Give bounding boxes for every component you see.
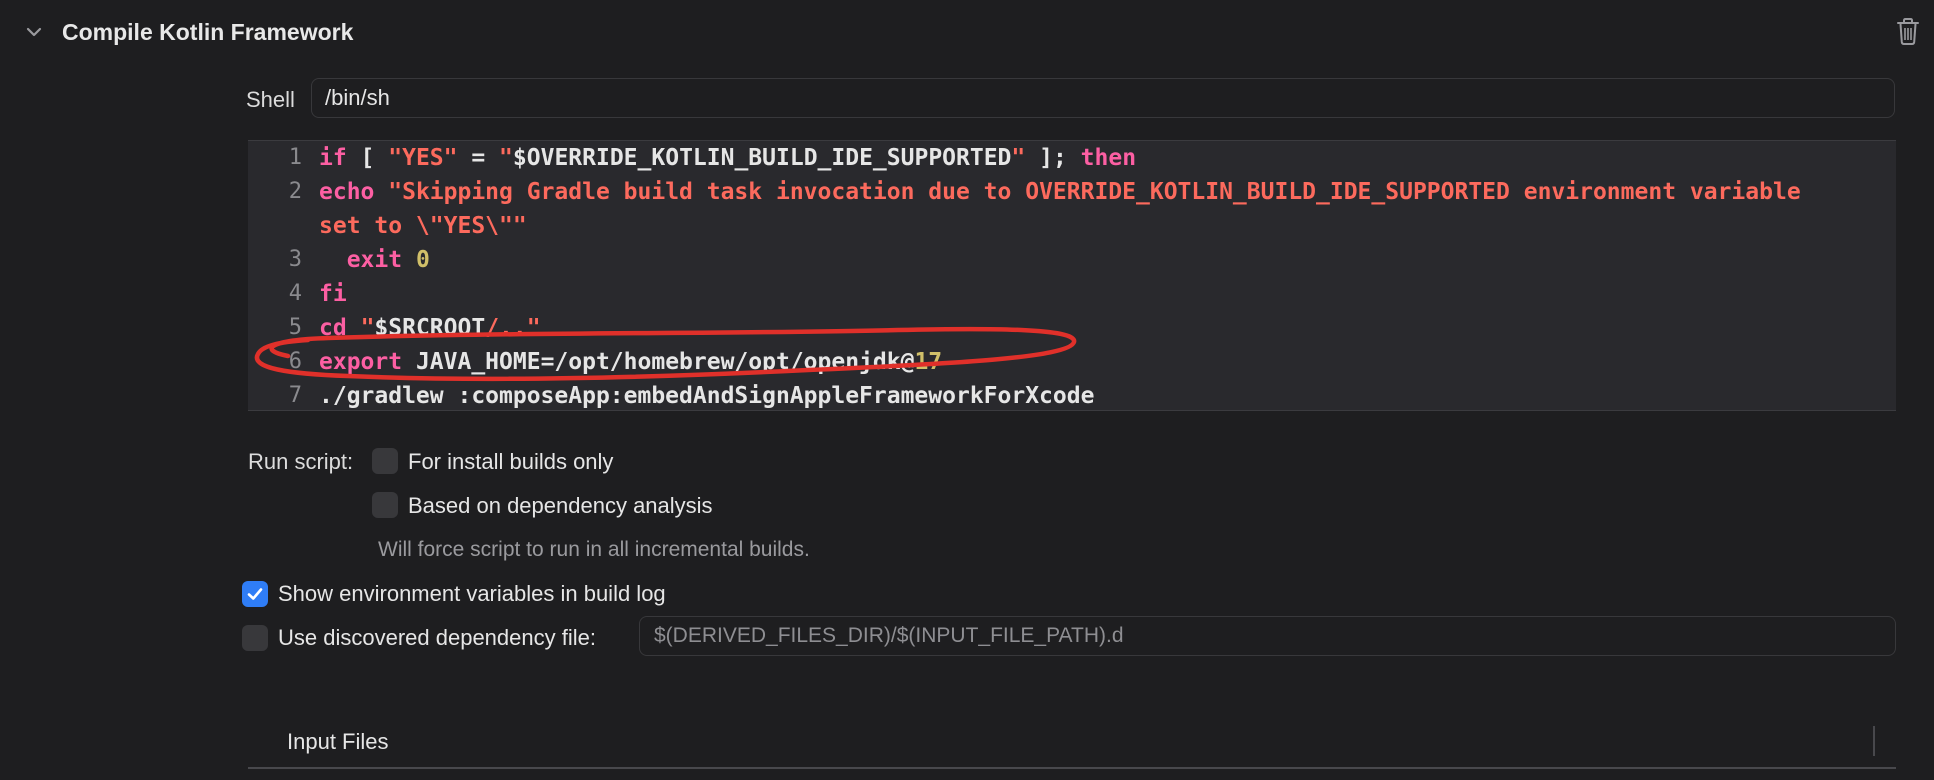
code-token: exit: [346, 247, 403, 273]
code-token: "Skipping Gradle build task invocation d…: [319, 179, 1801, 239]
script-code[interactable]: 1 if [ "YES" = "$OVERRIDE_KOTLIN_BUILD_ID…: [248, 141, 1858, 410]
code-token: /..": [485, 315, 541, 341]
code-token: ./gradlew :composeApp:embedAndSignAppleF…: [319, 383, 1095, 409]
line-number: 1: [288, 145, 302, 170]
input-files-title[interactable]: Input Files: [287, 726, 389, 758]
line-number: 4: [288, 281, 302, 306]
code-line[interactable]: 6 export JAVA_HOME=/opt/homebrew/opt/open…: [248, 345, 1858, 379]
trash-icon[interactable]: [1894, 16, 1922, 46]
code-line[interactable]: 7 ./gradlew :composeApp:embedAndSignApple…: [248, 379, 1858, 410]
code-token: [: [346, 145, 389, 171]
code-token: then: [1080, 145, 1137, 171]
section-divider: [248, 767, 1896, 769]
section-divider: [1873, 726, 1875, 756]
dependency-analysis-label[interactable]: Based on dependency analysis: [408, 490, 713, 522]
code-token: 17: [914, 349, 943, 375]
line-number: 3: [288, 247, 302, 272]
shell-field[interactable]: /bin/sh: [311, 78, 1895, 118]
phase-header: Compile Kotlin Framework: [0, 0, 1934, 64]
show-env-vars-label[interactable]: Show environment variables in build log: [278, 578, 666, 610]
run-script-label: Run script:: [248, 449, 354, 474]
code-token: if: [319, 145, 347, 171]
code-token: 0: [415, 247, 430, 273]
shell-value: /bin/sh: [325, 85, 390, 110]
code-text[interactable]: echo "Skipping Gradle build task invocat…: [319, 175, 1849, 243]
dependency-file-field[interactable]: $(DERIVED_FILES_DIR)/$(INPUT_FILE_PATH).…: [639, 616, 1896, 656]
code-text[interactable]: if [ "YES" = "$OVERRIDE_KOTLIN_BUILD_IDE…: [319, 141, 1136, 175]
dependency-file-placeholder: $(DERIVED_FILES_DIR)/$(INPUT_FILE_PATH).…: [654, 624, 1124, 647]
use-dependency-file-checkbox[interactable]: [242, 625, 268, 651]
code-text[interactable]: export JAVA_HOME=/opt/homebrew/opt/openj…: [319, 345, 942, 379]
chevron-down-icon[interactable]: [22, 20, 46, 44]
code-token: "YES": [388, 145, 458, 171]
script-editor[interactable]: 1 if [ "YES" = "$OVERRIDE_KOTLIN_BUILD_ID…: [248, 140, 1896, 411]
code-line[interactable]: 3 exit 0: [248, 243, 1858, 277]
code-token: $OVERRIDE_KOTLIN_BUILD_IDE_SUPPORTED: [512, 145, 1012, 171]
code-token: ];: [1025, 145, 1081, 171]
shell-label: Shell: [246, 87, 295, 112]
line-number: 7: [288, 383, 302, 408]
line-number: 2: [288, 179, 302, 204]
phase-title: Compile Kotlin Framework: [62, 19, 354, 45]
code-token: $SRCROOT: [374, 315, 486, 341]
code-token: export: [319, 349, 403, 375]
code-token: cd: [319, 315, 347, 341]
code-line[interactable]: 2 echo "Skipping Gradle build task invoc…: [248, 175, 1858, 243]
code-text[interactable]: fi: [319, 277, 347, 311]
build-phase-panel: Compile Kotlin Framework Shell /bin/sh 1…: [0, 0, 1934, 780]
code-token: =: [457, 145, 500, 171]
code-text[interactable]: cd "$SRCROOT/..": [319, 311, 541, 345]
code-token: fi: [319, 281, 347, 307]
code-text[interactable]: exit 0: [319, 243, 430, 277]
install-builds-only-label[interactable]: For install builds only: [408, 446, 613, 478]
code-line[interactable]: 5 cd "$SRCROOT/..": [248, 311, 1858, 345]
install-builds-only-checkbox[interactable]: [372, 448, 398, 474]
checkmark-icon: [247, 588, 263, 600]
code-line[interactable]: 1 if [ "YES" = "$OVERRIDE_KOTLIN_BUILD_ID…: [248, 141, 1858, 175]
code-token: ": [1011, 145, 1026, 171]
line-number: 6: [288, 349, 302, 374]
line-number: 5: [288, 315, 302, 340]
show-env-vars-checkbox[interactable]: [242, 581, 268, 607]
dependency-analysis-hint: Will force script to run in all incremen…: [378, 538, 810, 561]
code-token: JAVA_HOME=/opt/homebrew/opt/openjdk@: [402, 349, 915, 375]
code-token: ": [360, 315, 375, 341]
code-token: ": [499, 145, 513, 171]
dependency-analysis-checkbox[interactable]: [372, 492, 398, 518]
code-token: echo: [319, 179, 375, 205]
code-line[interactable]: 4 fi: [248, 277, 1858, 311]
use-dependency-file-label[interactable]: Use discovered dependency file:: [278, 622, 596, 654]
code-text[interactable]: ./gradlew :composeApp:embedAndSignAppleF…: [319, 379, 1095, 410]
